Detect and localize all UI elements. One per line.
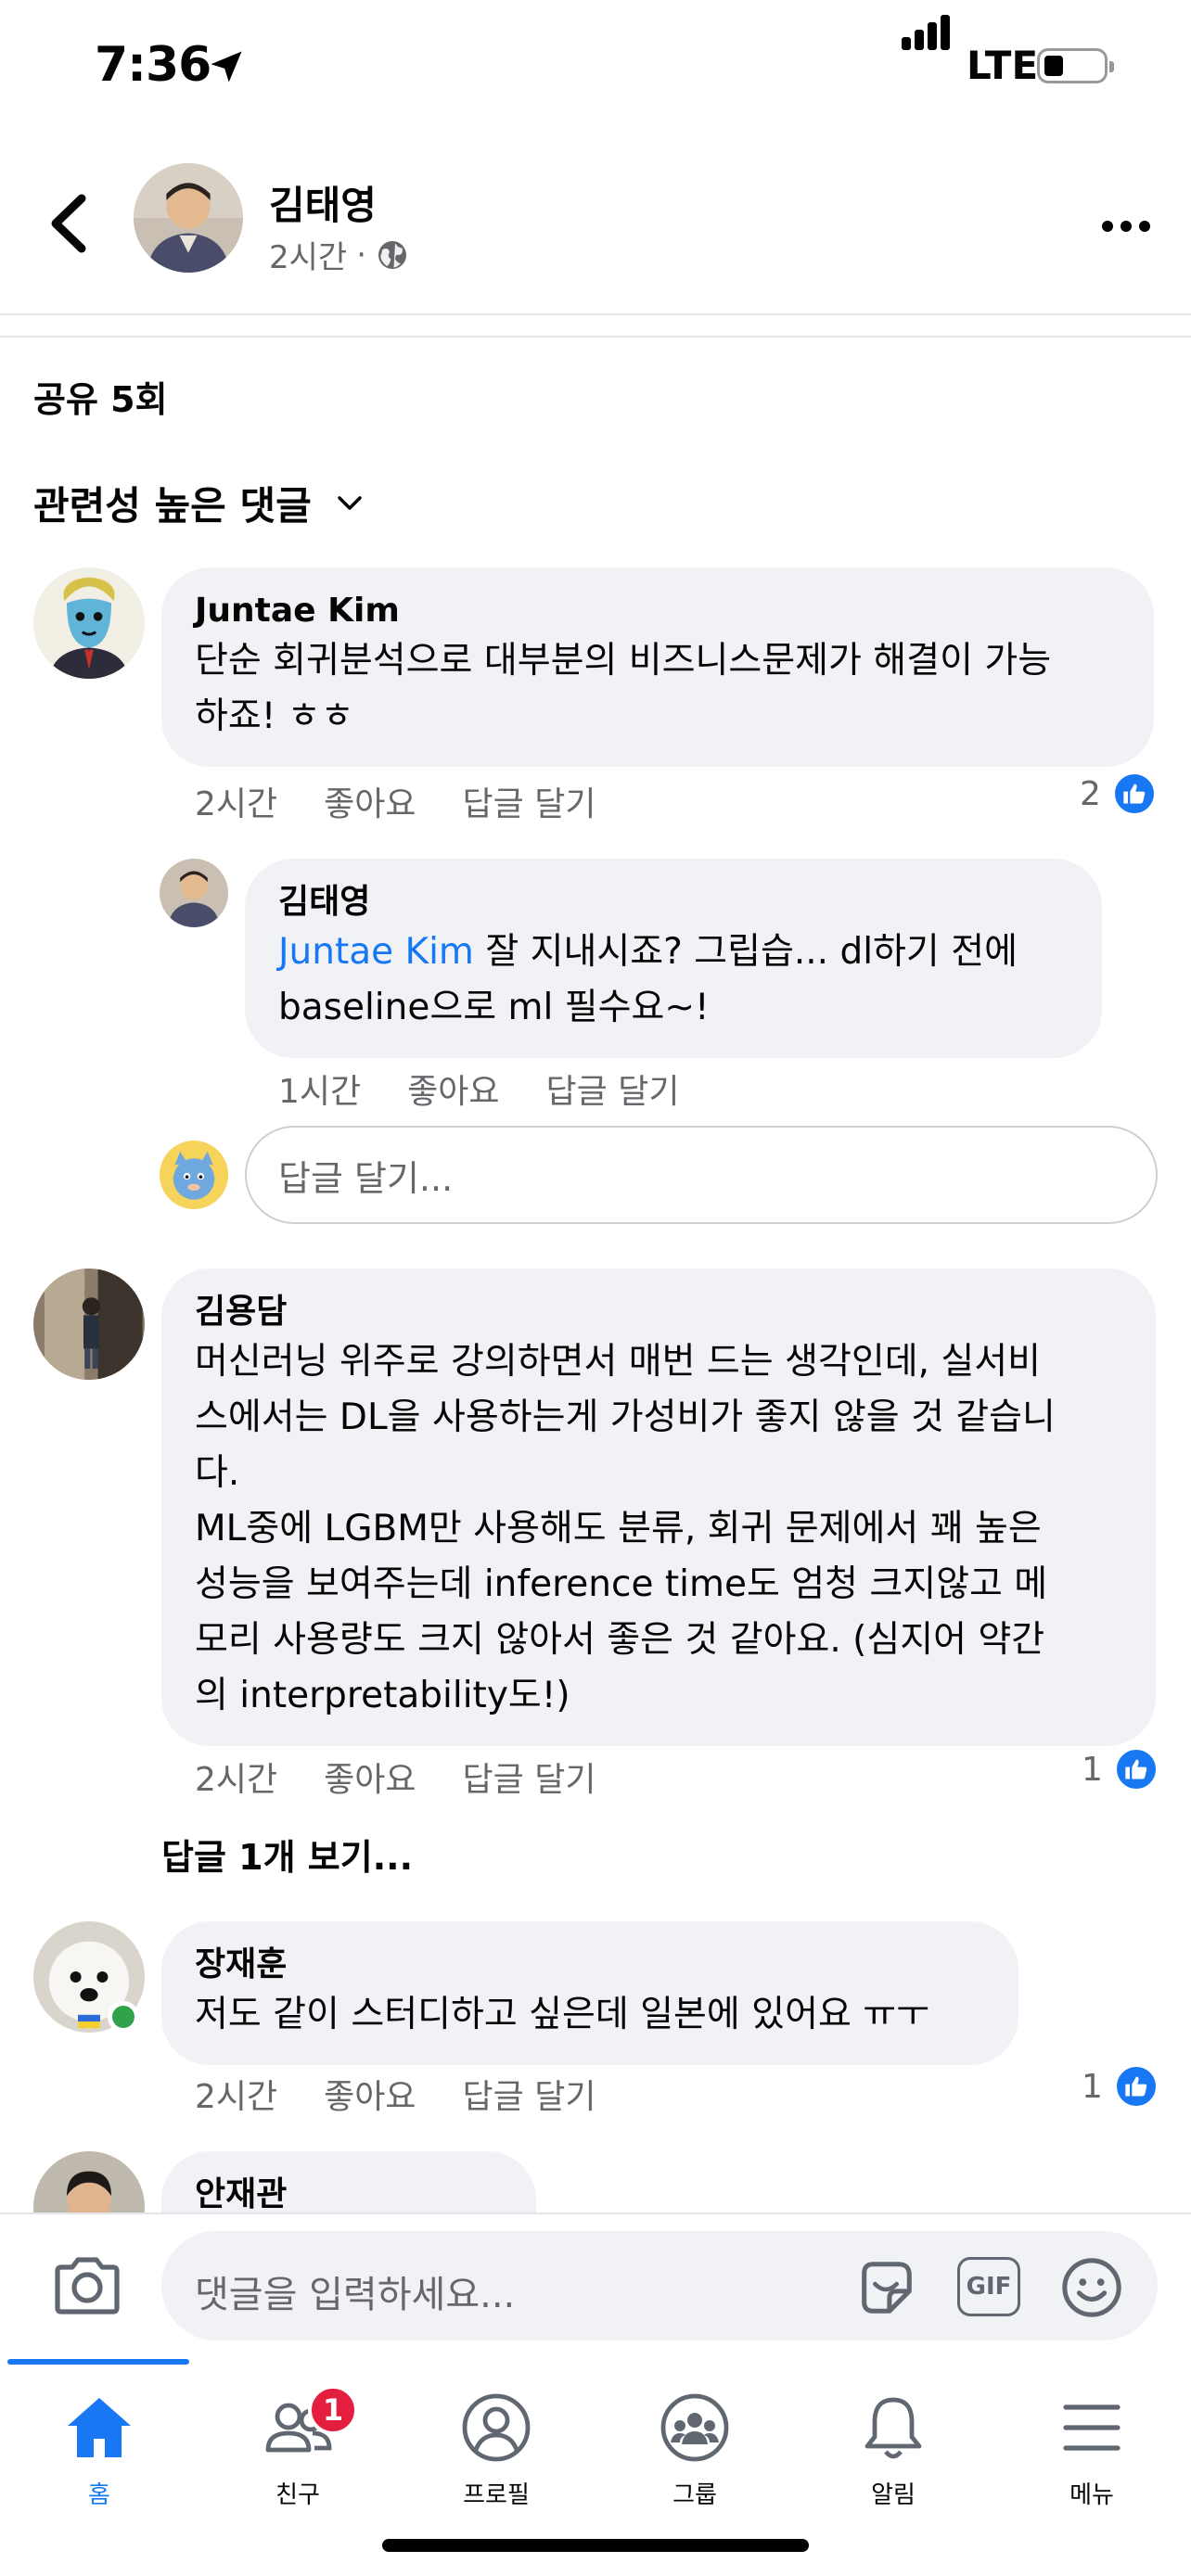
network-label: LTE — [967, 43, 1039, 88]
comment-actions: 2시간 좋아요 답글 달기 — [195, 1753, 596, 1801]
bell-icon — [864, 2397, 922, 2459]
comment-author[interactable]: 안재관 — [195, 2174, 503, 2217]
location-arrow-icon — [211, 51, 242, 83]
comment-author[interactable]: Juntae Kim — [195, 590, 1121, 633]
comment-time: 2시간 — [195, 2078, 278, 2116]
like-count: 1 — [1082, 1750, 1103, 1789]
emoji-icon[interactable] — [1059, 2255, 1124, 2320]
comment-actions: 1시간 좋아요 답글 달기 — [278, 1065, 679, 1113]
reply-input[interactable]: 답글 달기... — [245, 1126, 1158, 1224]
current-user-avatar — [160, 1141, 228, 1209]
tab-label: 메뉴 — [1069, 2481, 1114, 2509]
comment-actions: 2시간 좋아요 답글 달기 — [195, 2070, 596, 2118]
author-avatar[interactable] — [134, 163, 243, 273]
tab-notifications[interactable]: 알림 — [794, 2383, 992, 2541]
online-status-indicator — [108, 2001, 139, 2033]
camera-icon[interactable] — [52, 2253, 122, 2318]
share-count[interactable]: 공유 5회 — [33, 371, 168, 422]
author-name[interactable]: 김태영 — [269, 174, 377, 231]
post-time: 2시간 — [269, 239, 348, 276]
comment-actions: 2시간 좋아요 답글 달기 — [195, 777, 596, 825]
comment-author[interactable]: 김태영 — [278, 881, 1069, 925]
tab-label: 프로필 — [463, 2481, 530, 2509]
reply-button[interactable]: 답글 달기 — [463, 1753, 596, 1801]
reply-button[interactable]: 답글 달기 — [463, 2070, 596, 2118]
post-meta: 2시간 · — [269, 232, 409, 277]
comment-text: 단순 회귀분석으로 대부분의 비즈니스문제가 해결이 가능 하죠! ㅎㅎ — [195, 639, 1052, 737]
tab-label: 그룹 — [672, 2481, 717, 2509]
profile-icon — [462, 2393, 531, 2462]
comment-bubble[interactable]: 김용담 머신러닝 위주로 강의하면서 매번 드는 생각인데, 실서비 스에서는 … — [161, 1269, 1156, 1746]
like-button[interactable]: 좋아요 — [324, 2070, 416, 2118]
tab-groups[interactable]: 그룹 — [596, 2383, 794, 2541]
tab-friends[interactable]: 1 친구 — [198, 2383, 397, 2541]
mention-link[interactable]: Juntae Kim — [278, 931, 474, 973]
status-bar: 7:36 LTE — [0, 0, 1191, 130]
comment-text: Juntae Kim 잘 지내시죠? 그립습... dl하기 전에 baseli… — [278, 925, 1069, 1036]
reply-button[interactable]: 답글 달기 — [546, 1065, 680, 1113]
home-icon — [68, 2398, 131, 2457]
groups-icon — [660, 2393, 729, 2462]
like-count: 2 — [1080, 774, 1101, 813]
reply-input-placeholder: 답글 달기... — [278, 1157, 454, 1199]
divider — [0, 336, 1191, 338]
comment-author[interactable]: 김용담 — [195, 1291, 1122, 1334]
comment-bubble[interactable]: Juntae Kim 단순 회귀분석으로 대부분의 비즈니스문제가 해결이 가능… — [161, 567, 1154, 767]
more-options-icon[interactable] — [1098, 217, 1154, 236]
tab-home[interactable]: 홈 — [0, 2383, 198, 2541]
comment-bubble[interactable]: 장재훈 저도 같이 스터디하고 싶은데 일본에 있어요 ㅠㅜ — [161, 1921, 1018, 2065]
thumbs-up-icon — [1113, 2064, 1159, 2109]
tab-profile[interactable]: 프로필 — [397, 2383, 596, 2541]
back-arrow-icon[interactable] — [45, 191, 91, 256]
comment-time: 2시간 — [195, 785, 278, 823]
home-indicator — [382, 2539, 809, 2552]
comment-like-count[interactable]: 1 — [1082, 1747, 1159, 1792]
like-button[interactable]: 좋아요 — [324, 1753, 416, 1801]
gif-icon[interactable]: GIF — [957, 2257, 1020, 2316]
active-tab-indicator — [7, 2359, 189, 2365]
meta-separator: · — [356, 236, 367, 274]
battery-icon — [1037, 48, 1114, 83]
like-button[interactable]: 좋아요 — [407, 1065, 499, 1113]
comment-like-count[interactable]: 1 — [1082, 2064, 1159, 2109]
comment-sort-dropdown[interactable]: 관련성 높은 댓글 — [33, 475, 364, 531]
comment-time: 1시간 — [278, 1073, 362, 1111]
globe-icon — [378, 240, 407, 269]
tab-label: 알림 — [871, 2481, 916, 2509]
thumbs-up-icon — [1113, 1747, 1159, 1792]
menu-icon — [1063, 2404, 1121, 2451]
gif-label: GIF — [966, 2273, 1012, 2301]
comment-text: 저도 같이 스터디하고 싶은데 일본에 있어요 ㅠㅜ — [195, 1993, 929, 2035]
comment-input-placeholder: 댓글을 입력하세요... — [195, 2274, 516, 2316]
like-button[interactable]: 좋아요 — [324, 777, 416, 825]
commenter-avatar[interactable] — [33, 567, 145, 679]
like-count: 1 — [1082, 2067, 1103, 2106]
view-replies-link[interactable]: 답글 1개 보기... — [161, 1829, 413, 1880]
commenter-avatar[interactable] — [160, 859, 228, 927]
comment-like-count[interactable]: 2 — [1080, 772, 1157, 816]
post-header: 김태영 2시간 · — [0, 130, 1191, 315]
comment-text: 머신러닝 위주로 강의하면서 매번 드는 생각인데, 실서비 스에서는 DL을 … — [195, 1340, 1056, 1716]
comment-author[interactable]: 장재훈 — [195, 1944, 985, 1987]
reply-button[interactable]: 답글 달기 — [463, 777, 596, 825]
comment-composer: 댓글을 입력하세요... GIF — [0, 2213, 1191, 2355]
comment-time: 2시간 — [195, 1761, 278, 1799]
thumbs-up-icon — [1111, 772, 1157, 816]
reply-bubble[interactable]: 김태영 Juntae Kim 잘 지내시죠? 그립습... dl하기 전에 ba… — [245, 859, 1102, 1058]
chevron-down-icon — [337, 495, 362, 510]
status-time: 7:36 — [95, 37, 211, 93]
notification-badge: 1 — [308, 2385, 358, 2435]
sticker-icon[interactable] — [853, 2255, 918, 2320]
tab-label: 친구 — [275, 2481, 320, 2509]
tab-menu[interactable]: 메뉴 — [992, 2383, 1191, 2541]
tab-label: 홈 — [88, 2481, 110, 2509]
sort-label: 관련성 높은 댓글 — [33, 483, 312, 529]
comment-input[interactable]: 댓글을 입력하세요... GIF — [161, 2231, 1158, 2340]
commenter-avatar[interactable] — [33, 1269, 145, 1380]
